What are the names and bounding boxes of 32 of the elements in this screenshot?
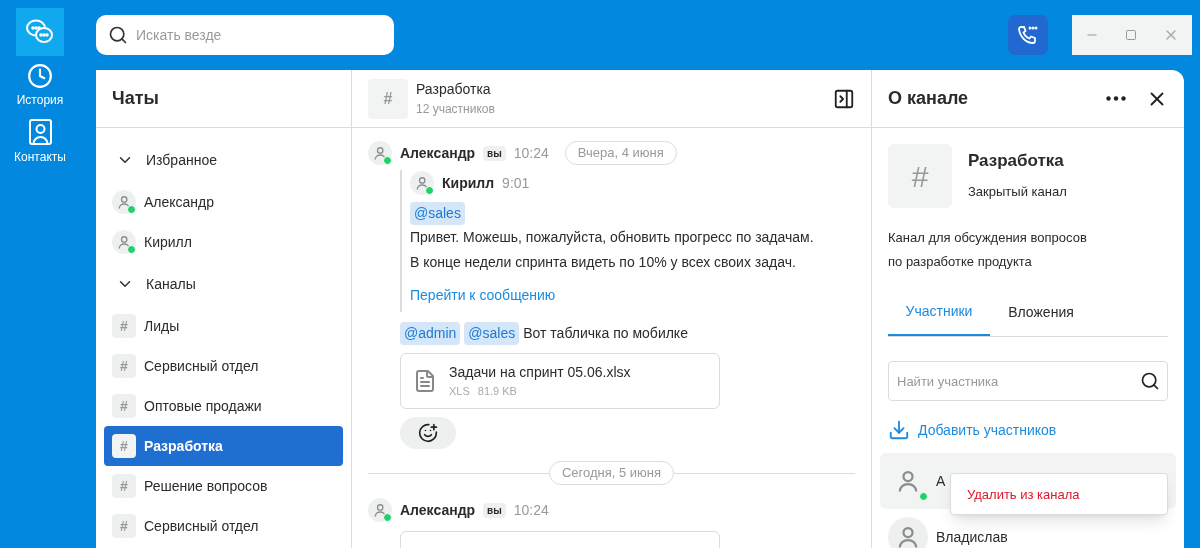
message-time: 10:24	[513, 143, 549, 163]
member-name: Владислав	[936, 527, 1008, 547]
hash-icon: #	[112, 314, 136, 338]
channel-avatar: #	[368, 78, 408, 119]
hash-icon: #	[112, 474, 136, 498]
author-name: Александр	[400, 143, 476, 163]
hash-icon: #	[112, 394, 136, 418]
member-name: А	[936, 471, 946, 491]
you-tag: вы	[483, 502, 506, 518]
channel-description: по разработке продукта	[888, 253, 1033, 271]
file-name: Задачи на спринт 05.06.xlsx	[449, 363, 631, 383]
channel-avatar: #	[888, 144, 952, 208]
hash-icon: #	[112, 514, 136, 538]
panel-title: Чаты	[112, 87, 159, 110]
message-text: Вот табличка по мобилке	[523, 324, 688, 343]
author-name: Кирилл	[442, 173, 495, 193]
chat-title: Разработка	[416, 80, 492, 99]
member-count: 12 участников	[416, 101, 495, 118]
message-text: Привет. Можешь, пожалуйста, обновить прогресс по задачам.	[410, 228, 815, 247]
file-size: 81.9 KB	[477, 384, 517, 400]
panel-title: О канале	[888, 87, 970, 110]
you-tag: вы	[483, 145, 506, 161]
file-type: XLS	[449, 384, 470, 400]
message-time: 10:24	[513, 500, 549, 520]
channel-name: Разработка	[968, 150, 1065, 172]
channel-description: Канал для обсуждения вопросов	[888, 229, 1088, 247]
author-name: Александр	[400, 500, 476, 520]
message-time: 9:01	[502, 173, 530, 193]
channel-type: Закрытый канал	[968, 182, 1067, 201]
hash-icon: #	[112, 434, 136, 458]
message-text: В конце недели спринта видеть по 10% у всех своих задач.	[410, 253, 797, 272]
hash-icon: #	[112, 354, 136, 378]
